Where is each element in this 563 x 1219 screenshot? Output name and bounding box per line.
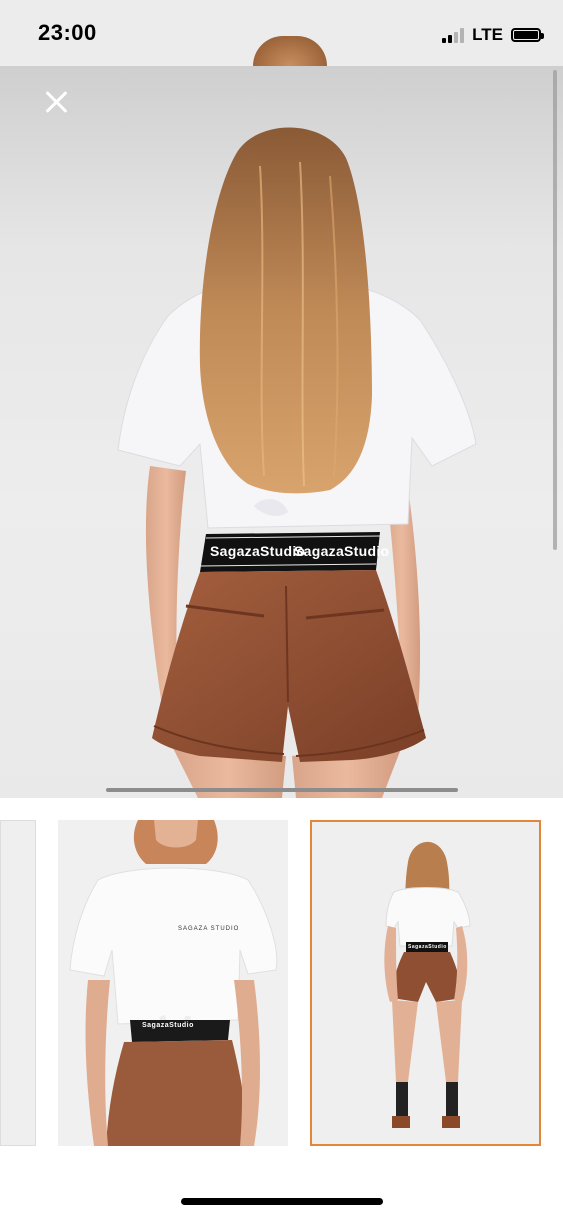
thumbnail-1-tee-text: SAGAZA STUDIO bbox=[178, 926, 240, 932]
thumbnail-2-image bbox=[312, 822, 539, 1144]
vertical-scrollbar[interactable] bbox=[553, 70, 557, 550]
status-time: 23:00 bbox=[38, 20, 97, 45]
main-product-image[interactable]: SagazaStudio SagazaStudio bbox=[0, 66, 563, 798]
thumbnail-2[interactable]: SagazaStudio bbox=[310, 820, 541, 1146]
model-back-view bbox=[117, 127, 477, 798]
signal-icon bbox=[442, 27, 465, 43]
thumbnail-1-image bbox=[58, 820, 288, 1146]
thumbnail-1[interactable]: SAGAZA STUDIO SagazaStudio bbox=[58, 820, 288, 1146]
thumbnail-2-band-text: SagazaStudio bbox=[408, 944, 447, 950]
network-label: LTE bbox=[472, 25, 503, 44]
thumbnail-0[interactable] bbox=[0, 820, 36, 1146]
image-scroll-indicator bbox=[106, 788, 458, 792]
battery-icon bbox=[511, 28, 544, 42]
thumbnail-1-band-text: SagazaStudio bbox=[142, 1022, 194, 1029]
thumbnail-strip: SAGAZA STUDIO SagazaStudio SagazaStudio bbox=[0, 820, 563, 1146]
close-icon[interactable] bbox=[40, 86, 72, 118]
status-indicators: LTE bbox=[442, 25, 544, 45]
waistband-brand-text-right: SagazaStudio bbox=[294, 543, 390, 559]
waistband-brand-text-left: SagazaStudio bbox=[210, 543, 306, 559]
home-indicator[interactable] bbox=[181, 1198, 383, 1205]
